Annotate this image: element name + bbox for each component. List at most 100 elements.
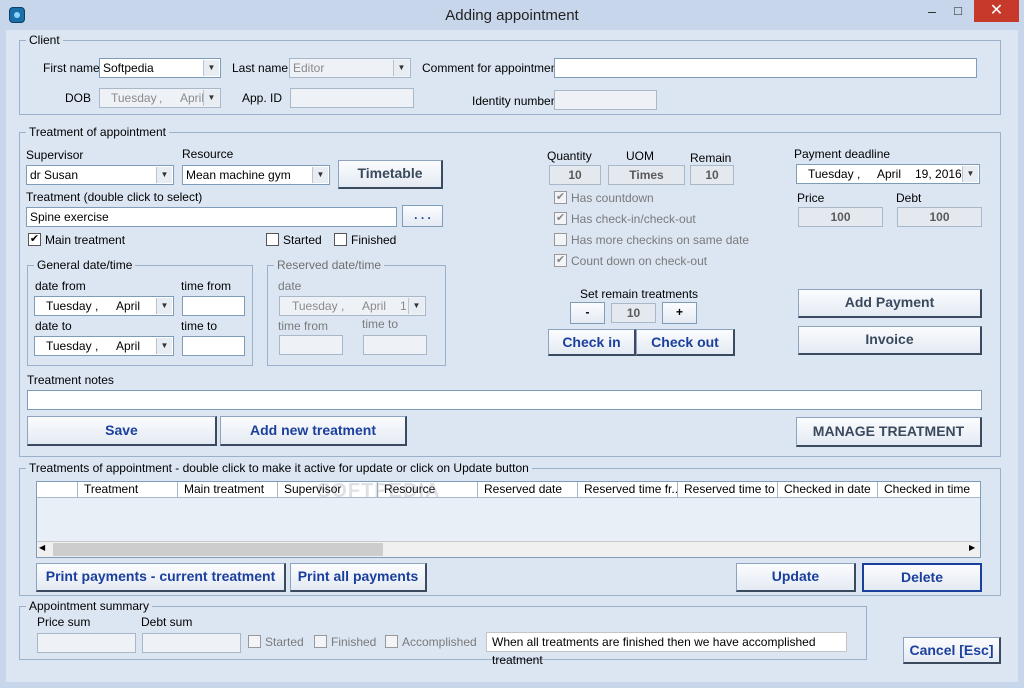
summary-finished-checkbox[interactable] [314, 635, 327, 648]
identity-label: Identity number [472, 94, 555, 108]
started-checkbox[interactable] [266, 233, 279, 246]
quantity-value: 10 [549, 165, 601, 185]
comment-input[interactable] [554, 58, 977, 78]
deadline-month: April [877, 167, 902, 181]
reserved-month: April [362, 299, 387, 313]
debt-label: Debt [896, 191, 922, 205]
treatment-notes-input[interactable] [27, 390, 982, 410]
column-header[interactable]: Checked in time [877, 482, 980, 498]
date-from-sep: , [95, 299, 99, 313]
price-value: 100 [798, 207, 883, 227]
payment-deadline-picker[interactable]: Tuesday , April 19, 2016 ▼ [796, 164, 980, 184]
uom-label: UOM [626, 149, 654, 163]
invoice-button[interactable]: Invoice [798, 326, 982, 355]
time-to-label: time to [181, 319, 218, 333]
scroll-right-icon[interactable]: ▶ [969, 543, 975, 552]
summary-started-checkbox[interactable] [248, 635, 261, 648]
resource-combo[interactable]: Mean machine gym ▼ [182, 165, 330, 185]
treatment-input[interactable]: Spine exercise [26, 207, 397, 227]
column-header[interactable]: Treatment [77, 482, 177, 498]
increment-button[interactable]: + [662, 302, 697, 324]
has-countdown-checkbox[interactable]: ✔ [554, 191, 567, 204]
date-to-dropdown-icon[interactable]: ▼ [156, 338, 172, 354]
column-header[interactable]: Checked in date [777, 482, 877, 498]
reserved-date-label: date [278, 279, 302, 293]
deadline-date: 19, 2016 [915, 167, 962, 181]
last-name-dropdown-icon[interactable]: ▼ [393, 60, 409, 76]
column-header[interactable]: Reserved time fr... [577, 482, 677, 498]
reserved-time-to-label: time to [362, 317, 399, 331]
reserved-time-to-input[interactable] [363, 335, 427, 355]
more-checkins-label: Has more checkins on same date [571, 233, 750, 247]
check-in-button[interactable]: Check in [548, 329, 636, 356]
debt-sum-label: Debt sum [141, 615, 193, 629]
dob-dropdown-icon[interactable]: ▼ [203, 90, 219, 106]
count-down-checkout-checkbox[interactable]: ✔ [554, 254, 567, 267]
manage-treatment-button[interactable]: MANAGE TREATMENT [796, 417, 982, 447]
print-current-payments-button[interactable]: Print payments - current treatment [36, 563, 286, 592]
main-treatment-checkbox[interactable]: ✔ [28, 233, 41, 246]
dob-sep: , [159, 91, 163, 105]
date-to-month: April [116, 339, 141, 353]
debt-sum-input [142, 633, 241, 653]
maximize-button[interactable]: □ [945, 0, 971, 22]
reserved-date-picker[interactable]: Tuesday , April 1 ▼ [279, 296, 426, 316]
count-down-checkout-label: Count down on check-out [571, 254, 708, 268]
timetable-button[interactable]: Timetable [338, 160, 443, 189]
dob-picker[interactable]: Tuesday , April ▼ [99, 88, 221, 108]
column-header[interactable]: Main treatment [177, 482, 277, 498]
first-name-dropdown-icon[interactable]: ▼ [203, 60, 219, 76]
time-to-input[interactable] [182, 336, 245, 356]
add-new-treatment-button[interactable]: Add new treatment [220, 416, 407, 446]
check-out-button[interactable]: Check out [636, 329, 735, 356]
time-from-input[interactable] [182, 296, 245, 316]
print-all-payments-button[interactable]: Print all payments [290, 563, 427, 592]
date-from-dropdown-icon[interactable]: ▼ [156, 298, 172, 314]
reserved-dropdown-icon[interactable]: ▼ [408, 298, 424, 314]
supervisor-combo[interactable]: dr Susan ▼ [26, 165, 174, 185]
date-to-picker[interactable]: Tuesday , April ▼ [34, 336, 174, 356]
accomplished-note: When all treatments are finished then we… [486, 632, 847, 667]
last-name-combo[interactable]: Editor ▼ [289, 58, 411, 78]
date-from-label: date from [35, 279, 86, 293]
horizontal-scrollbar[interactable]: ◀ ▶ [37, 541, 980, 557]
supervisor-dropdown-icon[interactable]: ▼ [156, 167, 172, 183]
decrement-button[interactable]: - [570, 302, 605, 324]
treatments-grid[interactable]: Treatment Main treatment Supervisor Reso… [36, 480, 981, 558]
more-checkins-checkbox[interactable] [554, 233, 567, 246]
finished-checkbox[interactable] [334, 233, 347, 246]
scroll-thumb[interactable] [53, 543, 383, 556]
date-from-picker[interactable]: Tuesday , April ▼ [34, 296, 174, 316]
deadline-dropdown-icon[interactable]: ▼ [962, 166, 978, 182]
delete-button[interactable]: Delete [862, 563, 982, 592]
minimize-button[interactable]: – [919, 0, 945, 22]
last-name-label: Last name [232, 61, 289, 75]
column-header[interactable]: Reserved time to [677, 482, 777, 498]
scroll-left-icon[interactable]: ◀ [39, 543, 45, 552]
add-payment-button[interactable]: Add Payment [798, 289, 982, 318]
has-checkin-label: Has check-in/check-out [571, 212, 696, 226]
identity-input[interactable] [554, 90, 657, 110]
reserved-time-from-input[interactable] [279, 335, 343, 355]
has-checkin-checkbox[interactable]: ✔ [554, 212, 567, 225]
resource-label: Resource [182, 147, 234, 161]
summary-accomplished-checkbox[interactable] [385, 635, 398, 648]
dob-day: Tuesday [111, 91, 157, 105]
update-button[interactable]: Update [736, 563, 856, 592]
date-to-label: date to [35, 319, 72, 333]
save-button[interactable]: Save [27, 416, 217, 446]
column-header[interactable]: Reserved date [477, 482, 577, 498]
reserved-time-from-label: time from [278, 319, 329, 333]
first-name-combo[interactable]: Softpedia ▼ [99, 58, 221, 78]
first-name-value: Softpedia [103, 61, 154, 75]
deadline-sep: , [857, 167, 861, 181]
browse-treatment-button[interactable]: . . . [402, 205, 443, 227]
set-remain-label: Set remain treatments [580, 287, 699, 301]
resource-dropdown-icon[interactable]: ▼ [312, 167, 328, 183]
payment-deadline-label: Payment deadline [794, 147, 891, 161]
app-id-input[interactable] [290, 88, 414, 108]
cancel-button[interactable]: Cancel [Esc] [903, 637, 1001, 664]
dob-month: April [180, 91, 205, 105]
reserved-day-num: 1 [400, 299, 407, 313]
close-button[interactable]: ✕ [974, 0, 1019, 22]
